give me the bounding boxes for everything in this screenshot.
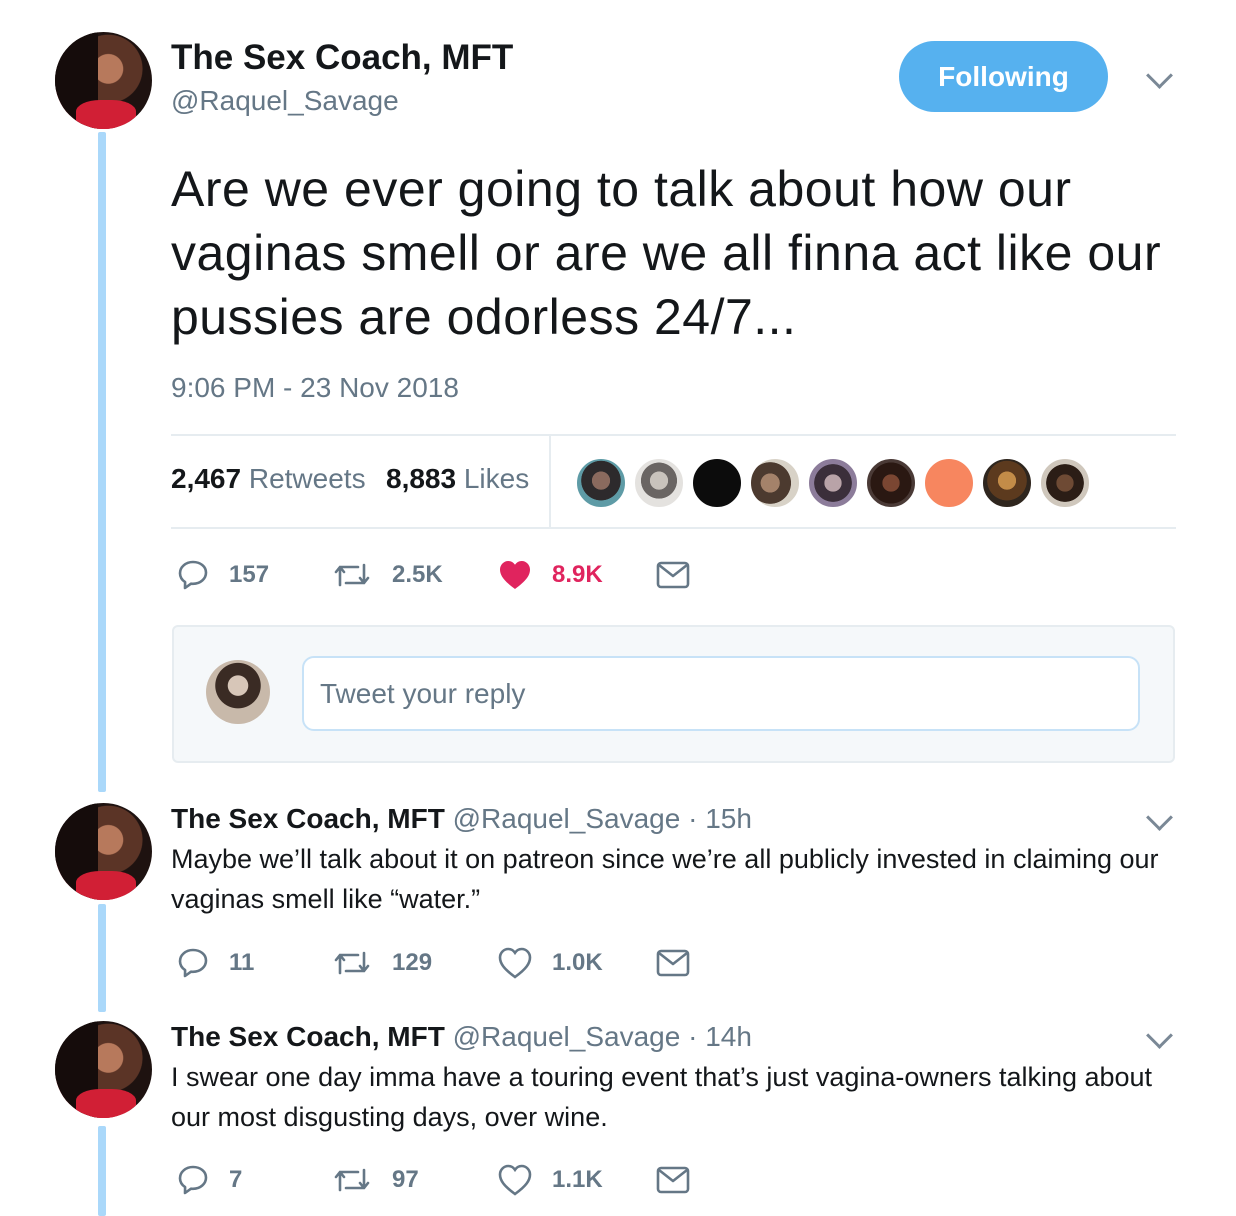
retweet-icon — [334, 1168, 370, 1192]
reply-count: 157 — [229, 561, 270, 588]
chevron-down-icon[interactable] — [1146, 804, 1173, 831]
tweet-timestamp[interactable]: 9:06 PM - 23 Nov 2018 — [171, 372, 459, 404]
envelope-icon — [656, 561, 690, 589]
heart-icon — [500, 561, 530, 589]
divider — [171, 527, 1176, 529]
reply-header: The Sex Coach, MFT @Raquel_Savage · 15h — [171, 803, 752, 835]
chevron-down-icon[interactable] — [1146, 62, 1173, 89]
likes-label: Likes — [463, 463, 530, 494]
liker-avatar[interactable] — [981, 457, 1033, 509]
reply-author-handle[interactable]: @Raquel_Savage — [453, 1021, 681, 1052]
reply-time[interactable]: · 14h — [688, 1021, 752, 1052]
thread-line — [98, 904, 106, 1012]
reply-author-avatar[interactable] — [55, 1021, 152, 1118]
retweets-stat[interactable]: 2,467 Retweets — [171, 463, 366, 495]
reply-count: 7 — [229, 1166, 243, 1193]
liker-avatar[interactable] — [749, 457, 801, 509]
reply-icon — [178, 948, 208, 978]
liker-avatar[interactable] — [575, 457, 627, 509]
reply-header: The Sex Coach, MFT @Raquel_Savage · 14h — [171, 1021, 752, 1053]
retweets-label: Retweets — [248, 463, 366, 494]
like-action[interactable]: 1.0K — [498, 947, 603, 979]
liker-avatar[interactable] — [633, 457, 685, 509]
reply-count: 11 — [229, 949, 255, 976]
tweet-text: Are we ever going to talk about how our … — [171, 161, 1162, 345]
divider — [549, 436, 551, 528]
reply-action[interactable]: 157 — [177, 559, 269, 591]
likes-stat[interactable]: 8,883 Likes — [386, 463, 529, 495]
reply-time[interactable]: · 15h — [688, 803, 752, 834]
retweet-action[interactable]: 2.5K — [332, 559, 443, 591]
reply-author-handle[interactable]: @Raquel_Savage — [453, 803, 681, 834]
like-action[interactable]: 1.1K — [498, 1164, 603, 1196]
retweet-icon — [334, 951, 370, 975]
like-count: 1.0K — [552, 949, 603, 976]
reply-input[interactable] — [302, 656, 1140, 731]
like-action[interactable]: 8.9K — [498, 559, 603, 591]
reply-action[interactable]: 11 — [177, 947, 254, 979]
like-count: 1.1K — [552, 1166, 603, 1193]
retweet-count: 129 — [392, 949, 433, 976]
direct-message-action[interactable] — [656, 949, 690, 977]
reply-author-name[interactable]: The Sex Coach, MFT — [171, 803, 445, 834]
envelope-icon — [656, 949, 690, 977]
liker-avatar[interactable] — [807, 457, 859, 509]
reply-action[interactable]: 7 — [177, 1164, 242, 1196]
direct-message-action[interactable] — [656, 1166, 690, 1194]
reply-author-name[interactable]: The Sex Coach, MFT — [171, 1021, 445, 1052]
author-avatar[interactable] — [55, 32, 152, 129]
heart-icon — [498, 1164, 532, 1196]
liker-avatar[interactable] — [691, 457, 743, 509]
retweets-count: 2,467 — [171, 463, 242, 494]
retweet-action[interactable]: 97 — [332, 1164, 419, 1196]
retweet-icon — [334, 563, 370, 587]
reply-text: Maybe we’ll talk about it on patreon sin… — [171, 844, 1159, 914]
current-user-avatar[interactable] — [206, 660, 270, 724]
divider — [171, 434, 1176, 436]
retweet-count: 97 — [392, 1166, 419, 1193]
reply-author-avatar[interactable] — [55, 803, 152, 900]
following-button[interactable]: Following — [899, 41, 1108, 112]
heart-icon — [498, 947, 532, 979]
liker-avatar[interactable] — [1039, 457, 1091, 509]
liker-avatar[interactable] — [865, 457, 917, 509]
author-handle[interactable]: @Raquel_Savage — [171, 85, 399, 117]
likes-count: 8,883 — [386, 463, 457, 494]
chevron-down-icon[interactable] — [1146, 1022, 1173, 1049]
envelope-icon — [656, 1166, 690, 1194]
reply-icon — [178, 1165, 208, 1195]
liker-avatar[interactable] — [923, 457, 975, 509]
thread-line — [98, 1126, 106, 1216]
thread-line — [98, 132, 106, 792]
reply-text: I swear one day imma have a touring even… — [171, 1062, 1153, 1132]
retweet-count: 2.5K — [392, 561, 443, 588]
direct-message-action[interactable] — [656, 561, 690, 589]
retweet-action[interactable]: 129 — [332, 947, 432, 979]
author-name[interactable]: The Sex Coach, MFT — [171, 38, 513, 78]
reply-icon — [178, 560, 208, 590]
like-count: 8.9K — [552, 561, 603, 588]
